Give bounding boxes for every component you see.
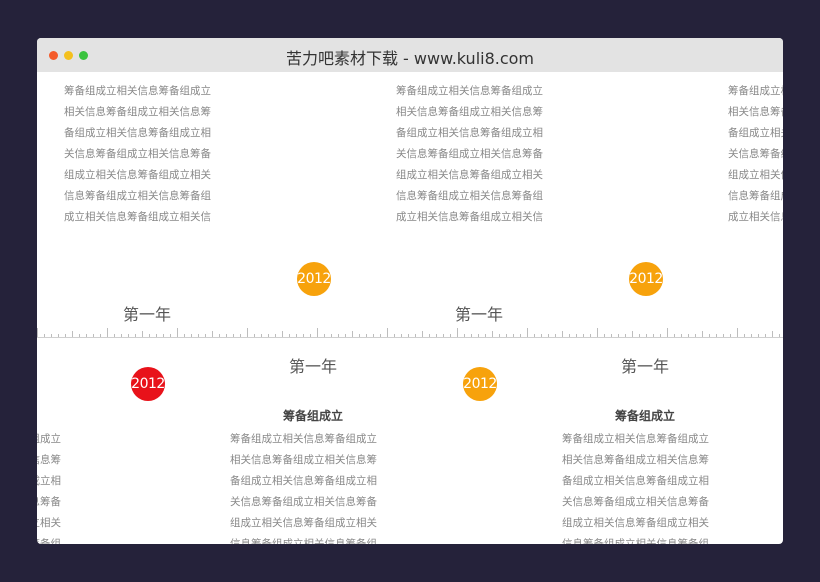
year-label: 第一年 <box>620 357 669 376</box>
timeline-item-description: 筹备组成立相关信息筹备组成立 相关信息筹备组成立相关信息筹 备组成立相关信息筹备… <box>230 433 377 544</box>
title-bar: 苦力吧素材下载 - www.kuli8.com <box>37 38 783 72</box>
year-label: 第一年 <box>122 305 171 324</box>
timeline-item-description: 筹备组成立相关信息筹备组成立 相关信息筹备组成立相关信息筹 备组成立相关信息筹备… <box>64 85 211 223</box>
timeline-divider <box>37 337 783 338</box>
year-badge[interactable]: 2012 <box>463 367 497 401</box>
browser-window: 苦力吧素材下载 - www.kuli8.com 筹备组成立相关信息筹备组成立 相… <box>37 38 783 544</box>
timeline-area[interactable]: 筹备组成立相关信息筹备组成立 相关信息筹备组成立相关信息筹 备组成立相关信息筹备… <box>37 72 783 544</box>
year-badge[interactable]: 2012 <box>629 262 663 296</box>
year-badge[interactable]: 2012 <box>131 367 165 401</box>
timeline-item-heading: 筹备组成立 <box>282 409 343 423</box>
year-label: 第一年 <box>288 357 337 376</box>
year-badge[interactable]: 2012 <box>297 262 331 296</box>
timeline-item-description: 筹备组成立相关信息筹备组成立 相关信息筹备组成立相关信息筹 备组成立相关信息筹备… <box>396 85 543 223</box>
timeline-item-description: 筹备组成立相关信息筹备组成立 相关信息筹备组成立相关信息筹 备组成立相关信息筹备… <box>37 433 61 544</box>
timeline-item-description: 筹备组成立相关信息筹备组成立 相关信息筹备组成立相关信息筹 备组成立相关信息筹备… <box>728 85 783 223</box>
window-title: 苦力吧素材下载 - www.kuli8.com <box>285 49 535 68</box>
year-label: 第一年 <box>454 305 503 324</box>
timeline-item-description: 筹备组成立相关信息筹备组成立 相关信息筹备组成立相关信息筹 备组成立相关信息筹备… <box>562 433 709 544</box>
timeline-item-heading: 筹备组成立 <box>614 409 675 423</box>
